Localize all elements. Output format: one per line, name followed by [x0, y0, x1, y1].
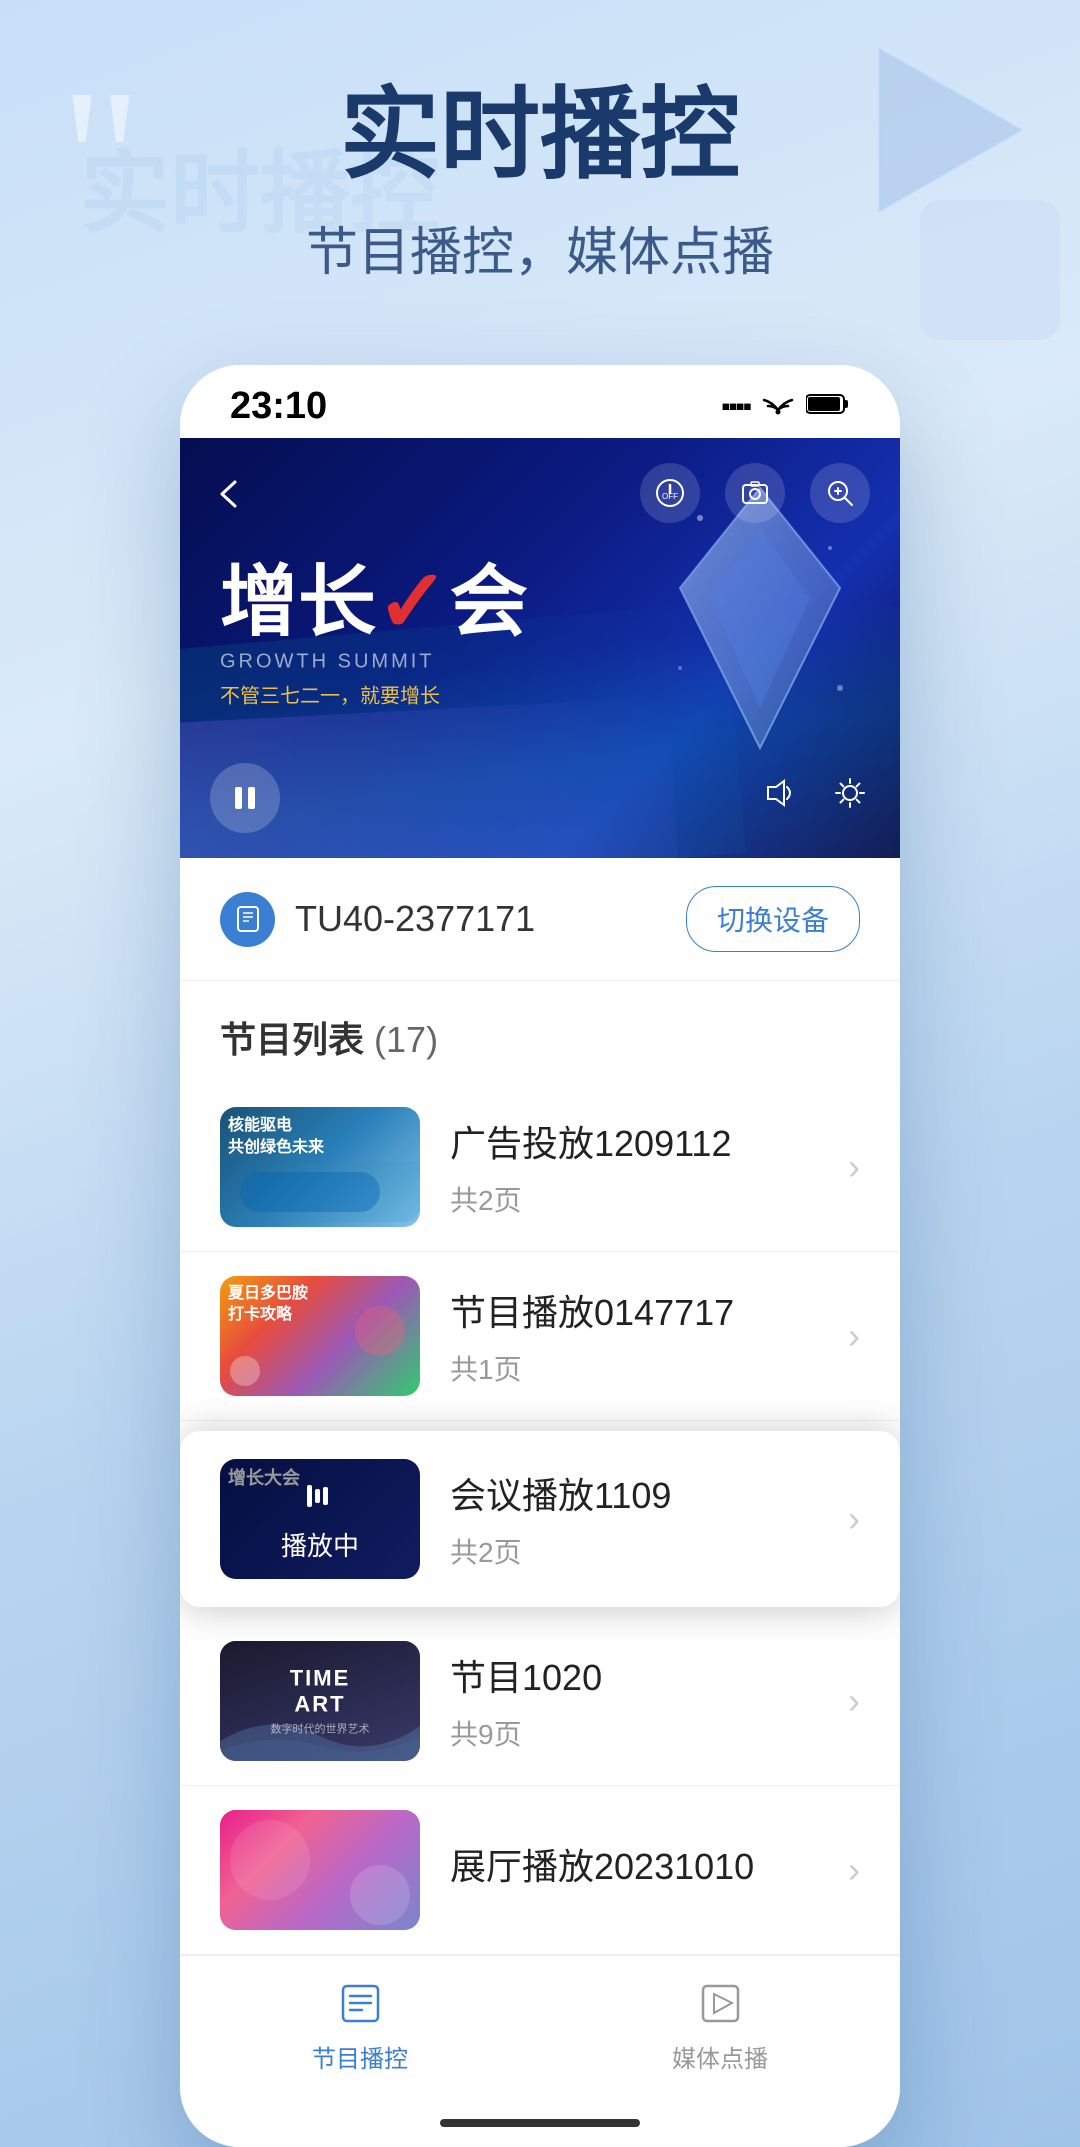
svg-text:OFF: OFF — [662, 492, 678, 501]
nav-label-media-play: 媒体点播 — [672, 2039, 768, 2074]
phone-wrapper: 23:10 ▪▪▪▪ — [0, 365, 1080, 2147]
program-item[interactable]: 核能驱电共创绿色未来 广告投放1209112 共2页 › — [180, 1083, 900, 1252]
program-pages: 共9页 — [450, 1713, 828, 1753]
chevron-right-icon: › — [848, 1498, 860, 1540]
chevron-right-icon: › — [848, 1315, 860, 1357]
brightness-button[interactable] — [830, 773, 870, 823]
nav-label-program-control: 节目播控 — [312, 2039, 408, 2074]
header-section: 实时播控 节目播控，媒体点播 — [0, 0, 1080, 325]
chevron-right-icon: › — [848, 1680, 860, 1722]
device-bar: TU40-2377171 切换设备 — [180, 858, 900, 981]
program-info: 展厅播放20231010 — [450, 1838, 828, 1902]
time-art-sublabel: 数字时代的世界艺术 — [270, 1721, 370, 1737]
playing-overlay: 播放中 — [220, 1459, 420, 1579]
chevron-right-icon: › — [848, 1849, 860, 1891]
video-player: OFF 增长 ✓ 会 GROWTH SUMMIT 不管三七二一，就要增长 — [180, 438, 900, 858]
device-icon — [220, 892, 275, 947]
status-time: 23:10 — [230, 385, 327, 428]
media-play-icon — [693, 1976, 748, 2031]
zoom-in-button[interactable] — [810, 463, 870, 523]
device-info: TU40-2377171 — [220, 892, 535, 947]
program-name: 广告投放1209112 — [450, 1115, 828, 1167]
screenshot-button[interactable] — [725, 463, 785, 523]
program-info: 节目1020 共9页 — [450, 1649, 828, 1753]
program-list-header: 节目列表 (17) — [180, 981, 900, 1083]
program-item[interactable]: 夏日多巴胺打卡攻略 节目播放0147717 共1页 › — [180, 1252, 900, 1421]
program-thumbnail: 夏日多巴胺打卡攻略 — [220, 1276, 420, 1396]
nav-item-media-play[interactable]: 媒体点播 — [672, 1976, 768, 2074]
video-subtitle: GROWTH SUMMIT — [220, 650, 528, 673]
program-thumbnail — [220, 1810, 420, 1930]
bottom-nav: 节目播控 媒体点播 — [180, 1955, 900, 2104]
program-info: 节目播放0147717 共1页 — [450, 1284, 828, 1388]
status-bar: 23:10 ▪▪▪▪ — [180, 365, 900, 438]
switch-device-button[interactable]: 切换设备 — [686, 886, 860, 952]
chevron-right-icon: › — [848, 1146, 860, 1188]
program-name: 节目播放0147717 — [450, 1284, 828, 1336]
program-thumbnail: 核能驱电共创绿色未来 — [220, 1107, 420, 1227]
program-item[interactable]: TIME ART 数字时代的世界艺术 节目1020 共9页 › — [180, 1617, 900, 1786]
program-pages: 共2页 — [450, 1531, 828, 1571]
program-info: 广告投放1209112 共2页 — [450, 1115, 828, 1219]
signal-icon: ▪▪▪▪ — [721, 391, 750, 422]
growth-title-part1: 增长 — [220, 562, 376, 640]
program-pages: 共2页 — [450, 1179, 828, 1219]
device-name: TU40-2377171 — [295, 898, 535, 940]
pause-button[interactable] — [210, 763, 280, 833]
program-pages: 共1页 — [450, 1348, 828, 1388]
time-art-label: TIME ART — [270, 1666, 370, 1718]
nav-item-program-control[interactable]: 节目播控 — [312, 1976, 408, 2074]
phone-mockup: 23:10 ▪▪▪▪ — [180, 365, 900, 2147]
sub-title: 节目播控，媒体点播 — [80, 210, 1000, 285]
main-title: 实时播控 — [80, 80, 1000, 190]
video-bottom-controls — [210, 763, 870, 833]
checkmark-icon: ✓ — [376, 557, 450, 645]
battery-icon — [806, 393, 850, 420]
program-item[interactable]: 展厅播放20231010 › — [180, 1786, 900, 1955]
playing-program-thumbnail: 增长大会 播放中 — [220, 1459, 420, 1579]
video-tagline: 不管三七二一，就要增长 — [220, 679, 528, 708]
program-name: 节目1020 — [450, 1649, 828, 1701]
growth-title-part2: 会 — [450, 562, 528, 640]
playing-label: 播放中 — [281, 1526, 359, 1563]
power-off-button[interactable]: OFF — [640, 463, 700, 523]
wifi-icon — [762, 391, 794, 423]
program-thumbnail: TIME ART 数字时代的世界艺术 — [220, 1641, 420, 1761]
program-info: 会议播放1109 共2页 — [450, 1467, 828, 1571]
status-icons: ▪▪▪▪ — [721, 391, 850, 423]
back-button[interactable] — [210, 468, 250, 526]
volume-button[interactable] — [760, 773, 800, 823]
video-top-controls: OFF — [640, 463, 870, 523]
playing-program-item[interactable]: 增长大会 播放中 会议播放1109 共2页 › — [180, 1431, 900, 1607]
program-name: 会议播放1109 — [450, 1467, 828, 1519]
video-right-controls — [760, 773, 870, 823]
program-control-icon — [333, 1976, 388, 2031]
program-name: 展厅播放20231010 — [450, 1838, 828, 1890]
program-list-section: 节目列表 (17) 核能驱电共创绿色未来 广告投放1209112 共2页 › — [180, 981, 900, 1955]
home-bar — [440, 2119, 640, 2127]
home-indicator — [180, 2104, 900, 2147]
